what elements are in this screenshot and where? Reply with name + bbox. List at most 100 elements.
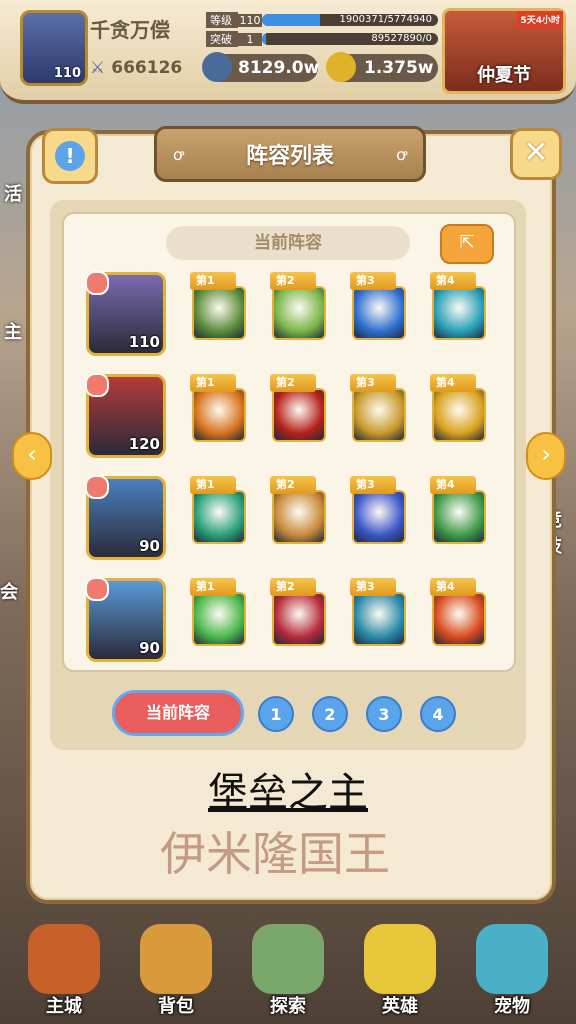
skill-order-tag: 第3 — [350, 374, 396, 392]
top-bar: 110 千贪万偿 666126 等级 110 1900371/5774940 突… — [0, 0, 576, 104]
nav-heroes[interactable]: 英雄 — [350, 916, 450, 1024]
bar-fill — [262, 14, 321, 26]
nav-label: 背包 — [158, 996, 194, 1017]
tab-lineup-3[interactable]: 3 — [366, 696, 402, 732]
caption-subtitle: 伊米隆国王 — [160, 827, 390, 881]
event-button[interactable]: 5天4小时 仲夏节 — [442, 8, 566, 94]
element-badge-icon — [85, 577, 109, 601]
hero-level: 90 — [139, 639, 160, 657]
skill-icon[interactable] — [272, 388, 326, 442]
skill-icon[interactable] — [272, 490, 326, 544]
skill-order-tag: 第3 — [350, 272, 396, 290]
section-label: 当前阵容 — [166, 226, 410, 260]
bar-track: 89527890/0 — [262, 33, 438, 45]
coin-icon — [202, 52, 232, 82]
player-avatar[interactable]: 110 — [20, 10, 88, 86]
skill-icon[interactable] — [432, 490, 486, 544]
bottom-nav: 主城 背包 探索 英雄 宠物 — [0, 916, 576, 1024]
nav-label: 英雄 — [382, 996, 418, 1017]
lineup-row: 120 第1 第2 第3 第4 — [78, 373, 502, 466]
lineup-row: 90 第1 第2 第3 第4 — [78, 577, 502, 670]
lineup-row: 110 第1 第2 第3 第4 — [78, 271, 502, 364]
skill-order-tag: 第3 — [350, 578, 396, 596]
skill-icon[interactable] — [432, 388, 486, 442]
nav-explore[interactable]: 探索 — [238, 916, 338, 1024]
skill-icon[interactable] — [192, 286, 246, 340]
prev-arrow-icon[interactable]: ‹ — [12, 432, 52, 480]
element-badge-icon — [85, 271, 109, 295]
skill-order-tag: 第1 — [190, 272, 236, 290]
nav-label: 宠物 — [494, 996, 530, 1017]
swirl-icon: ꝍ — [396, 145, 407, 164]
nav-main-city[interactable]: 主城 — [14, 916, 114, 1024]
skill-icon[interactable] — [352, 286, 406, 340]
side-hint: 会 — [0, 582, 18, 603]
skill-icon[interactable] — [352, 388, 406, 442]
hero-portrait[interactable]: 110 — [85, 271, 166, 356]
gold-counter[interactable]: 1.375w — [326, 52, 438, 82]
element-badge-icon — [85, 475, 109, 499]
panel-title: 阵容列表 — [245, 144, 334, 169]
gold-icon — [326, 52, 356, 82]
bar-num: 1 — [238, 32, 262, 46]
next-arrow-icon[interactable]: › — [526, 432, 566, 480]
share-button[interactable]: ⇱ — [440, 224, 494, 264]
skill-order-tag: 第1 — [190, 578, 236, 596]
skill-icon[interactable] — [432, 592, 486, 646]
skill-order-tag: 第3 — [350, 476, 396, 494]
castle-icon — [28, 924, 100, 994]
skill-order-tag: 第2 — [270, 374, 316, 392]
lineup-row: 90 第1 第2 第3 第4 — [78, 475, 502, 568]
tab-lineup-2[interactable]: 2 — [312, 696, 348, 732]
event-label: 仲夏节 — [477, 65, 531, 86]
side-hint: 活 — [4, 184, 22, 205]
pet-icon — [476, 924, 548, 994]
tab-current-lineup[interactable]: 当前阵容 — [112, 690, 244, 736]
bar-track: 1900371/5774940 — [262, 14, 438, 26]
tab-lineup-4[interactable]: 4 — [420, 696, 456, 732]
nav-label: 探索 — [270, 996, 306, 1017]
skill-icon[interactable] — [192, 388, 246, 442]
close-icon: ✕ — [523, 135, 549, 170]
hero-level: 120 — [128, 435, 160, 453]
share-icon: ⇱ — [459, 232, 475, 253]
hero-portrait[interactable]: 90 — [85, 577, 166, 662]
nav-pets[interactable]: 宠物 — [462, 916, 562, 1024]
close-button[interactable]: ✕ — [510, 128, 562, 180]
skill-icon[interactable] — [352, 490, 406, 544]
bar-label: 突破 — [206, 31, 238, 47]
nav-backpack[interactable]: 背包 — [126, 916, 226, 1024]
combat-power: 666126 — [90, 58, 182, 78]
hero-level: 110 — [128, 333, 160, 351]
skill-order-tag: 第2 — [270, 272, 316, 290]
hero-level: 90 — [139, 537, 160, 555]
map-icon — [252, 924, 324, 994]
backpack-icon — [140, 924, 212, 994]
player-name: 千贪万偿 — [90, 18, 170, 42]
bar-label: 等级 — [206, 12, 238, 28]
info-icon: ! — [55, 141, 85, 171]
bar-text: 89527890/0 — [371, 33, 432, 44]
hero-portrait[interactable]: 120 — [85, 373, 166, 458]
skill-order-tag: 第1 — [190, 476, 236, 494]
skill-icon[interactable] — [432, 286, 486, 340]
skill-icon[interactable] — [192, 592, 246, 646]
skill-icon[interactable] — [352, 592, 406, 646]
skill-order-tag: 第4 — [430, 578, 476, 596]
skill-icon[interactable] — [272, 286, 326, 340]
skill-icon[interactable] — [272, 592, 326, 646]
player-level: 110 — [53, 66, 81, 81]
coin-counter[interactable]: 8129.0w — [202, 52, 319, 82]
caption-title: 堡垒之主 — [0, 760, 576, 818]
breakthrough-bar: 突破 1 89527890/0 — [206, 31, 438, 47]
hero-portrait[interactable]: 90 — [85, 475, 166, 560]
side-hint: 主 — [4, 322, 22, 343]
event-timer: 5天4小时 — [517, 11, 563, 29]
tab-lineup-1[interactable]: 1 — [258, 696, 294, 732]
bar-fill — [262, 33, 266, 45]
bar-text: 1900371/5774940 — [339, 14, 432, 25]
skill-icon[interactable] — [192, 490, 246, 544]
swirl-icon: ꝍ — [173, 145, 184, 164]
bar-num: 110 — [238, 13, 262, 27]
info-button[interactable]: ! — [42, 128, 98, 184]
